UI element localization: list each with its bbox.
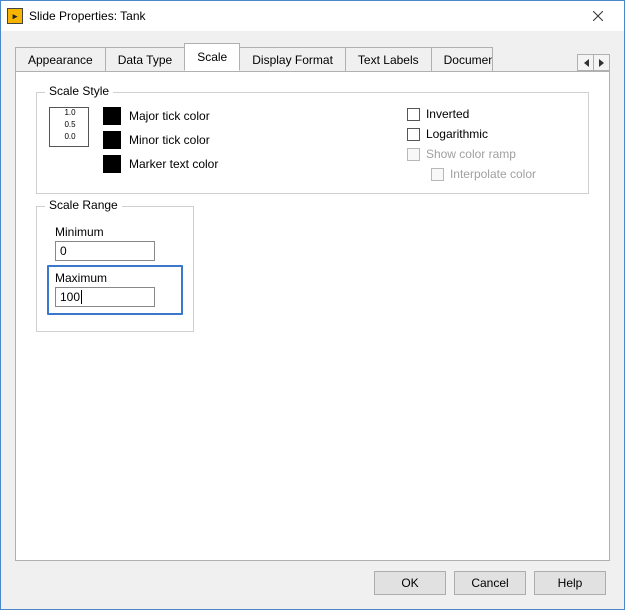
button-bar: OK Cancel Help — [15, 561, 610, 599]
window-title: Slide Properties: Tank — [29, 9, 576, 23]
show-color-ramp-label: Show color ramp — [426, 147, 516, 161]
text-caret — [81, 290, 82, 304]
interpolate-color-check-row: Interpolate color — [431, 167, 536, 181]
group-scale-style: Scale Style 1.0 0.5 0.0 Major tick color — [36, 92, 589, 194]
group-scale-style-legend: Scale Style — [45, 84, 113, 98]
maximum-input[interactable] — [55, 287, 155, 307]
inverted-label: Inverted — [426, 107, 469, 121]
maximum-field-block: Maximum — [47, 265, 183, 315]
tab-documentation[interactable]: Documen — [431, 47, 493, 72]
tab-appearance[interactable]: Appearance — [15, 47, 106, 72]
minor-tick-color-swatch[interactable] — [103, 131, 121, 149]
tab-scale[interactable]: Scale — [184, 43, 240, 71]
labview-icon: ▸ — [7, 8, 23, 24]
tab-scroll-left[interactable] — [577, 54, 594, 71]
tab-data-type[interactable]: Data Type — [105, 47, 185, 72]
close-button[interactable] — [576, 2, 620, 30]
titlebar: ▸ Slide Properties: Tank — [1, 1, 624, 31]
preview-tick: 0.5 — [64, 120, 75, 130]
minimum-label: Minimum — [55, 225, 175, 239]
ok-button[interactable]: OK — [374, 571, 446, 595]
maximum-label: Maximum — [55, 271, 175, 285]
close-icon — [593, 11, 603, 21]
tabstrip: Appearance Data Type Scale Display Forma… — [15, 45, 610, 71]
logarithmic-check-row[interactable]: Logarithmic — [407, 127, 536, 141]
color-pickers: Major tick color Minor tick color Marker… — [103, 107, 218, 181]
preview-tick: 0.0 — [64, 132, 75, 142]
preview-tick: 1.0 — [64, 108, 75, 118]
minor-tick-color-label: Minor tick color — [129, 133, 210, 147]
interpolate-color-label: Interpolate color — [450, 167, 536, 181]
logarithmic-label: Logarithmic — [426, 127, 488, 141]
tab-text-labels[interactable]: Text Labels — [345, 47, 432, 72]
dialog-window: ▸ Slide Properties: Tank Appearance Data… — [0, 0, 625, 610]
cancel-button[interactable]: Cancel — [454, 571, 526, 595]
inverted-checkbox[interactable] — [407, 108, 420, 121]
major-tick-color-row: Major tick color — [103, 107, 218, 125]
minimum-input[interactable] — [55, 241, 155, 261]
logarithmic-checkbox[interactable] — [407, 128, 420, 141]
chevron-right-icon — [599, 59, 605, 67]
marker-text-color-row: Marker text color — [103, 155, 218, 173]
client-area: Appearance Data Type Scale Display Forma… — [1, 31, 624, 609]
major-tick-color-label: Major tick color — [129, 109, 210, 123]
scale-style-checkboxes: Inverted Logarithmic Show color ramp — [407, 107, 576, 181]
interpolate-color-checkbox — [431, 168, 444, 181]
chevron-left-icon — [583, 59, 589, 67]
show-color-ramp-check-row: Show color ramp — [407, 147, 536, 161]
show-color-ramp-checkbox — [407, 148, 420, 161]
inverted-check-row[interactable]: Inverted — [407, 107, 536, 121]
major-tick-color-swatch[interactable] — [103, 107, 121, 125]
scale-style-preview[interactable]: 1.0 0.5 0.0 — [49, 107, 89, 147]
tab-scroll-right[interactable] — [593, 54, 610, 71]
tab-page-scale: Scale Style 1.0 0.5 0.0 Major tick color — [15, 71, 610, 561]
marker-text-color-swatch[interactable] — [103, 155, 121, 173]
help-button[interactable]: Help — [534, 571, 606, 595]
group-scale-range-legend: Scale Range — [45, 198, 122, 212]
marker-text-color-label: Marker text color — [129, 157, 218, 171]
minor-tick-color-row: Minor tick color — [103, 131, 218, 149]
minimum-field-block: Minimum — [49, 221, 181, 267]
group-scale-range: Scale Range Minimum Maximum — [36, 206, 194, 332]
tab-display-format[interactable]: Display Format — [239, 47, 346, 72]
tab-scroll-arrows — [578, 54, 610, 71]
